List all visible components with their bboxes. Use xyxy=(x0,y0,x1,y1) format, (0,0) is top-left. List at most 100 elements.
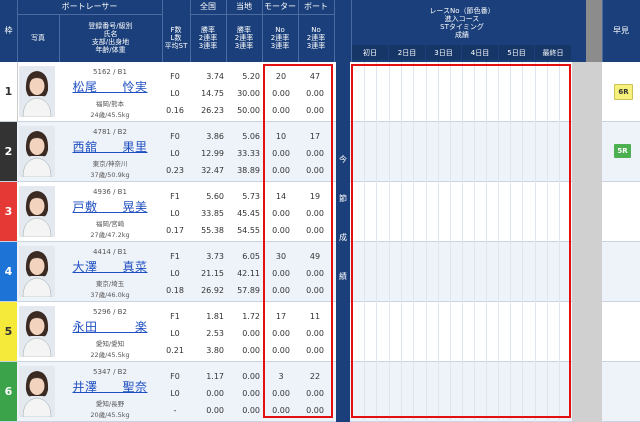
stat-f: F1 xyxy=(170,312,180,321)
zenkoku-stat-3: 0.00 xyxy=(206,406,224,415)
registration-number: 5347 / B2 xyxy=(93,368,127,376)
stat-f: F0 xyxy=(170,372,180,381)
header-boat: ボート xyxy=(304,2,328,11)
zenkoku-stat-1: 3.73 xyxy=(206,252,224,261)
racer-name-link[interactable]: 永田 楽 xyxy=(60,318,160,335)
grey-separator-column xyxy=(572,62,602,422)
header-hayami: 早見 xyxy=(613,26,629,35)
racer-photo xyxy=(19,126,55,177)
waku-number: 5 xyxy=(0,302,17,361)
stat-l: L0 xyxy=(170,89,180,98)
header-photo: 写真 xyxy=(31,34,45,42)
age-weight: 20歳/45.5kg xyxy=(90,411,130,419)
header-f-l-st: F数 L数 平均ST xyxy=(164,26,188,50)
zenkoku-stat-2: 33.85 xyxy=(201,209,224,218)
stat-st: 0.16 xyxy=(166,106,184,115)
racer-info: 4781 / B2 西舘 果里 東京/神奈川 37歳/50.9kg xyxy=(60,122,160,181)
zenkoku-stat-3: 3.80 xyxy=(206,346,224,355)
tochi-stat-2: 45.45 xyxy=(237,209,260,218)
stat-l: L0 xyxy=(170,329,180,338)
tochi-stat-1: 5.73 xyxy=(242,192,260,201)
zenkoku-stat-3: 55.38 xyxy=(201,226,224,235)
racer-photo xyxy=(19,306,55,357)
racer-name-link[interactable]: 戸敷 晃美 xyxy=(60,198,160,215)
tochi-stat-1: 1.72 xyxy=(242,312,260,321)
day-tab-2: 2日目 xyxy=(389,45,425,60)
hayami-race-badge[interactable]: 5R xyxy=(614,144,631,158)
racer-info: 5347 / B2 井澤 聖奈 愛知/長野 20歳/45.5kg xyxy=(60,362,160,421)
header-waku: 枠 xyxy=(4,26,13,35)
registration-number: 4414 / B1 xyxy=(93,248,127,256)
day-tab-5: 5日目 xyxy=(499,45,534,60)
stat-st: 0.21 xyxy=(166,346,184,355)
header-boat-racer: ボートレーサー xyxy=(61,2,118,11)
racer-photo xyxy=(19,66,55,117)
day-tab-1: 初日 xyxy=(352,45,388,60)
konsetsu-char-1: 今 xyxy=(339,155,347,164)
konsetsu-char-2: 節 xyxy=(339,194,347,203)
zenkoku-stat-2: 12.99 xyxy=(201,149,224,158)
header-zenkoku: 全国 xyxy=(200,2,216,11)
stat-st: 0.18 xyxy=(166,286,184,295)
racer-photo xyxy=(19,366,55,417)
waku-number: 1 xyxy=(0,62,18,121)
tochi-stat-3: 57.89 xyxy=(237,286,260,295)
stat-f: F1 xyxy=(170,252,180,261)
racer-info: 4414 / B1 大澤 真菜 東京/埼玉 37歳/46.0kg xyxy=(60,242,160,301)
tochi-stat-2: 33.33 xyxy=(237,149,260,158)
waku-number: 2 xyxy=(0,122,17,181)
zenkoku-stat-1: 3.74 xyxy=(206,72,224,81)
age-weight: 22歳/45.5kg xyxy=(90,351,130,359)
racer-name-link[interactable]: 大澤 真菜 xyxy=(60,258,160,275)
tochi-stat-2: 42.11 xyxy=(237,269,260,278)
stat-st: 0.23 xyxy=(166,166,184,175)
age-weight: 37歳/46.0kg xyxy=(90,291,130,299)
stat-st: - xyxy=(173,406,177,415)
header-boat-rates: No 2連率 3連率 xyxy=(306,26,326,50)
hayami-race-badge[interactable]: 6R xyxy=(614,84,633,100)
tochi-stat-1: 5.20 xyxy=(242,72,260,81)
header-zenkoku-rates: 勝率 2連率 3連率 xyxy=(198,26,218,50)
zenkoku-stat-2: 2.53 xyxy=(206,329,224,338)
header-motor-rates: No 2連率 3連率 xyxy=(270,26,290,50)
konsetsu-strip: 今 節 成 績 xyxy=(336,62,350,422)
registration-number: 5162 / B1 xyxy=(93,68,127,76)
tochi-stat-2: 0.00 xyxy=(242,329,260,338)
zenkoku-stat-3: 32.47 xyxy=(201,166,224,175)
tochi-stat-3: 0.00 xyxy=(242,406,260,415)
day-tab-final: 最終日 xyxy=(535,45,571,60)
registration-number: 4781 / B2 xyxy=(93,128,127,136)
branch-hometown: 東京/埼玉 xyxy=(95,280,125,288)
racer-name-link[interactable]: 西舘 果里 xyxy=(60,138,160,155)
tochi-stat-3: 50.00 xyxy=(237,106,260,115)
racer-name-link[interactable]: 松尾 怜実 xyxy=(60,78,160,95)
zenkoku-stat-2: 14.75 xyxy=(201,89,224,98)
header-grey-column xyxy=(586,0,602,62)
header-racer-info: 登録番号/級別 氏名 支部/出身地 年齢/体重 xyxy=(88,22,133,54)
branch-hometown: 東京/神奈川 xyxy=(92,160,128,168)
zenkoku-stat-2: 0.00 xyxy=(206,389,224,398)
waku-number: 6 xyxy=(0,362,17,421)
header-tochi-rates: 勝率 2連率 3連率 xyxy=(234,26,254,50)
stat-f: F1 xyxy=(170,192,180,201)
header-race-info: レースNo（節色番） 進入コース STタイミング 成績 xyxy=(429,7,495,39)
branch-hometown: 福岡/宮崎 xyxy=(95,220,125,228)
zenkoku-stat-1: 1.17 xyxy=(206,372,224,381)
racer-info: 4936 / B1 戸敷 晃美 福岡/宮崎 27歳/47.2kg xyxy=(60,182,160,241)
tochi-stat-3: 54.55 xyxy=(237,226,260,235)
racer-name-link[interactable]: 井澤 聖奈 xyxy=(60,378,160,395)
stat-l: L0 xyxy=(170,149,180,158)
zenkoku-stat-1: 5.60 xyxy=(206,192,224,201)
day-tab-4: 4日目 xyxy=(462,45,498,60)
racer-photo xyxy=(19,186,55,237)
waku-number: 3 xyxy=(0,182,17,241)
registration-number: 5296 / B2 xyxy=(93,308,127,316)
stat-f: F0 xyxy=(170,72,180,81)
branch-hometown: 福岡/熊本 xyxy=(95,100,125,108)
day-tab-3: 3日目 xyxy=(426,45,461,60)
header-tochi: 当地 xyxy=(236,2,252,11)
stat-l: L0 xyxy=(170,269,180,278)
race-card-page: 枠 ボートレーサー 写真 登録番号/級別 氏名 支部/出身地 年齢/体重 F数 … xyxy=(0,0,640,422)
zenkoku-stat-3: 26.23 xyxy=(201,106,224,115)
zenkoku-stat-3: 26.92 xyxy=(201,286,224,295)
